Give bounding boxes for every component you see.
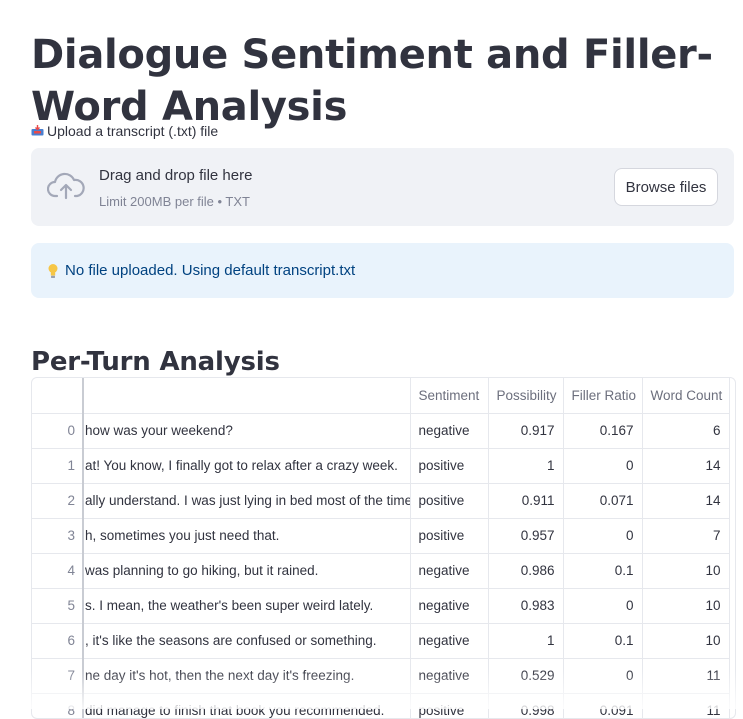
cell-word-count[interactable]: 14: [642, 448, 730, 484]
table-row: 6, it's like the seasons are confused or…: [32, 623, 730, 659]
cell-possibility[interactable]: 1: [488, 448, 564, 484]
table-row: 3 h, sometimes you just need that. positiv…: [32, 518, 730, 554]
cell-possibility[interactable]: 0.957: [488, 518, 564, 554]
cell-index[interactable]: 7: [32, 658, 84, 694]
cell-sentiment[interactable]: positive: [410, 693, 489, 718]
table-row: 7 ne day it's hot, then the next day it's…: [32, 658, 730, 694]
cell-word-count[interactable]: 10: [642, 588, 730, 624]
column-header-filler-ratio[interactable]: Filler Ratio: [563, 378, 643, 414]
cell-word-count[interactable]: 10: [642, 623, 730, 659]
cell-possibility[interactable]: 1: [488, 623, 564, 659]
cell-filler-ratio[interactable]: 0: [563, 518, 643, 554]
cell-filler-ratio[interactable]: 0.091: [563, 693, 643, 718]
lightbulb-icon: [48, 263, 58, 278]
table-row: 1 at! You know, I finally got to relax af…: [32, 448, 730, 484]
cell-possibility[interactable]: 0.529: [488, 658, 564, 694]
cell-possibility[interactable]: 0.917: [488, 413, 564, 449]
dropzone-title: Drag and drop file here: [99, 167, 253, 184]
column-header-index[interactable]: [32, 378, 84, 414]
cell-sentiment[interactable]: negative: [410, 413, 489, 449]
cell-possibility[interactable]: 0.911: [488, 483, 564, 519]
cell-index[interactable]: 6: [32, 623, 84, 659]
cell-text[interactable]: ally understand. I was just lying in bed…: [83, 483, 411, 519]
cell-text[interactable]: did manage to finish that book you recom…: [83, 693, 411, 718]
cell-word-count[interactable]: 10: [642, 553, 730, 589]
table-row: 5 s. I mean, the weather's been super wei…: [32, 588, 730, 624]
cell-filler-ratio[interactable]: 0.1: [563, 623, 643, 659]
cell-filler-ratio[interactable]: 0: [563, 658, 643, 694]
cell-sentiment[interactable]: positive: [410, 518, 489, 554]
cell-index[interactable]: 5: [32, 588, 84, 624]
browse-files-button[interactable]: Browse files: [614, 168, 718, 206]
cell-index[interactable]: 0: [32, 413, 84, 449]
cell-possibility[interactable]: 0.983: [488, 588, 564, 624]
cell-filler-ratio[interactable]: 0: [563, 588, 643, 624]
cell-word-count[interactable]: 6: [642, 413, 730, 449]
table-row: 8 did manage to finish that book you reco…: [32, 693, 730, 718]
file-dropzone[interactable]: Drag and drop file here Limit 200MB per …: [31, 148, 734, 226]
cell-word-count[interactable]: 7: [642, 518, 730, 554]
cell-text[interactable]: at! You know, I finally got to relax aft…: [83, 448, 411, 484]
cloud-upload-icon: [47, 172, 85, 200]
table-row: 0 how was your weekend? negative 0.917 0.167…: [32, 413, 730, 449]
uploader-label-text: Upload a transcript (.txt) file: [47, 123, 219, 139]
cell-text[interactable]: ne day it's hot, then the next day it's …: [83, 658, 411, 694]
cell-text[interactable]: was planning to go hiking, but it rained…: [83, 553, 411, 589]
info-message: No file uploaded. Using default transcri…: [65, 262, 356, 279]
cell-text[interactable]: s. I mean, the weather's been super weir…: [83, 588, 411, 624]
cell-index[interactable]: 1: [32, 448, 84, 484]
cell-sentiment[interactable]: negative: [410, 553, 489, 589]
cell-text[interactable]: , it's like the seasons are confused or …: [83, 623, 411, 659]
cell-text[interactable]: how was your weekend?: [83, 413, 411, 449]
analysis-table[interactable]: Sentiment Possibility Filler Ratio Word …: [31, 377, 736, 719]
cell-text[interactable]: h, sometimes you just need that.: [83, 518, 411, 554]
cell-index[interactable]: 2: [32, 483, 84, 519]
cell-word-count[interactable]: 14: [642, 483, 730, 519]
inbox-tray-icon: [31, 124, 44, 135]
cell-filler-ratio[interactable]: 0.1: [563, 553, 643, 589]
dropzone-limit: Limit 200MB per file • TXT: [99, 194, 250, 209]
table-row: 4 was planning to go hiking, but it rain…: [32, 553, 730, 589]
column-header-possibility[interactable]: Possibility: [488, 378, 564, 414]
cell-index[interactable]: 8: [32, 693, 84, 718]
table-header-row: Sentiment Possibility Filler Ratio Word …: [32, 378, 730, 414]
cell-filler-ratio[interactable]: 0.071: [563, 483, 643, 519]
cell-index[interactable]: 3: [32, 518, 84, 554]
cell-filler-ratio[interactable]: 0: [563, 448, 643, 484]
section-title: Per-Turn Analysis: [31, 346, 280, 377]
cell-possibility[interactable]: 0.986: [488, 553, 564, 589]
cell-possibility[interactable]: 0.998: [488, 693, 564, 718]
column-header-sentiment[interactable]: Sentiment: [410, 378, 489, 414]
cell-sentiment[interactable]: negative: [410, 658, 489, 694]
column-header-word-count[interactable]: Word Count: [642, 378, 730, 414]
table-row: 2 ally understand. I was just lying in be…: [32, 483, 730, 519]
info-alert: No file uploaded. Using default transcri…: [31, 243, 734, 298]
cell-sentiment[interactable]: negative: [410, 623, 489, 659]
cell-word-count[interactable]: 11: [642, 658, 730, 694]
uploader-label: Upload a transcript (.txt) file: [31, 123, 218, 139]
cell-filler-ratio[interactable]: 0.167: [563, 413, 643, 449]
column-header-text[interactable]: [83, 378, 411, 414]
cell-sentiment[interactable]: negative: [410, 588, 489, 624]
cell-sentiment[interactable]: positive: [410, 483, 489, 519]
cell-sentiment[interactable]: positive: [410, 448, 489, 484]
page-title: Dialogue Sentiment and Filler-Word Analy…: [31, 31, 713, 130]
cell-word-count[interactable]: 11: [642, 693, 730, 718]
cell-index[interactable]: 4: [32, 553, 84, 589]
